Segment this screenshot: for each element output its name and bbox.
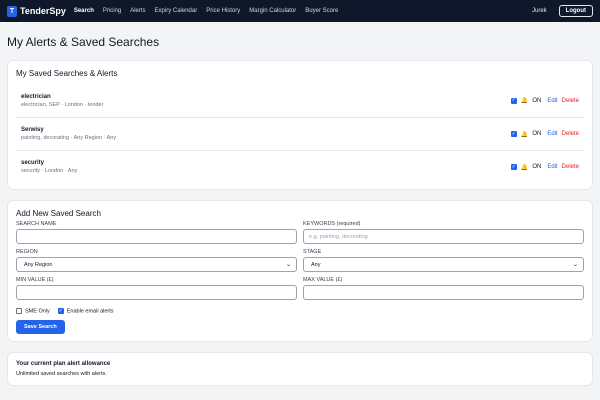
region-label: REGION: [16, 249, 38, 255]
region-selected-value: Any Region: [24, 261, 53, 268]
add-saved-search-card: Add New Saved Search SEARCH NAME KEYWORD…: [7, 200, 593, 343]
plan-allowance-text: Unlimited saved searches with alerts.: [16, 371, 107, 378]
nav-link-search[interactable]: Search: [74, 8, 94, 14]
plan-allowance-title: Your current plan alert allowance: [16, 361, 111, 368]
max-value-input[interactable]: [303, 285, 584, 300]
bell-icon: 🔔: [520, 131, 529, 138]
alert-toggle-checkbox[interactable]: ✓: [510, 164, 517, 170]
brand[interactable]: T TenderSpy: [7, 5, 66, 17]
stage-selected-value: Any: [311, 261, 321, 268]
saved-search-row: security security · London · Any ✓ 🔔 ON …: [16, 150, 584, 183]
saved-searches-heading: My Saved Searches & Alerts: [16, 69, 118, 78]
saved-search-row: Serwisy painting, decorating · Any Regio…: [16, 117, 584, 150]
plan-allowance-card: Your current plan alert allowance Unlimi…: [7, 352, 593, 387]
brand-logo: T: [7, 5, 17, 17]
page-title: My Alerts & Saved Searches: [7, 35, 160, 49]
nav-link-price-history[interactable]: Price History: [206, 8, 240, 14]
max-value-label: MAX VALUE (£): [303, 277, 343, 283]
nav-link-alerts[interactable]: Alerts: [130, 8, 145, 14]
email-alerts-option[interactable]: ✓ Enable email alerts: [57, 308, 114, 315]
nav-link-margin-calculator[interactable]: Margin Calculator: [249, 8, 296, 14]
edit-link[interactable]: Edit: [547, 164, 557, 170]
bell-icon: 🔔: [520, 98, 529, 104]
keywords-input[interactable]: e.g. painting, decorating: [303, 229, 584, 244]
saved-search-desc: painting, decorating · Any Region · Any: [21, 135, 117, 141]
saved-search-name: security: [21, 160, 45, 166]
saved-search-name: electrician: [21, 93, 51, 100]
nav-right: Jurek Logout: [532, 5, 593, 17]
sme-only-label: SME Only: [25, 308, 50, 315]
delete-link[interactable]: Delete: [562, 98, 579, 104]
min-value-label: MIN VALUE (£): [16, 277, 54, 283]
stage-label: STAGE: [303, 249, 322, 255]
page-content: My Alerts & Saved Searches My Saved Sear…: [0, 35, 600, 387]
save-search-button[interactable]: Save Search: [16, 320, 65, 335]
delete-link[interactable]: Delete: [562, 164, 579, 170]
search-name-input[interactable]: [16, 229, 297, 244]
keywords-label: KEYWORDS (required): [303, 221, 361, 227]
brand-name: TenderSpy: [20, 6, 66, 16]
email-alerts-checkbox[interactable]: ✓: [57, 308, 64, 314]
saved-search-row: electrician electrician, SEP · London · …: [16, 84, 584, 117]
top-navbar: T TenderSpy Search Pricing Alerts Expiry…: [0, 0, 600, 22]
username: Jurek: [532, 8, 547, 14]
saved-search-name: Serwisy: [21, 127, 44, 133]
saved-searches-list: electrician electrician, SEP · London · …: [8, 84, 592, 189]
saved-searches-card: My Saved Searches & Alerts electrician e…: [7, 60, 593, 190]
logout-button[interactable]: Logout: [558, 5, 593, 17]
alert-status: ON: [532, 97, 542, 104]
alert-status: ON: [532, 131, 542, 137]
edit-link[interactable]: Edit: [547, 131, 557, 137]
alert-status: ON: [532, 164, 542, 170]
stage-select[interactable]: Any ⌄: [303, 257, 584, 272]
email-alerts-label: Enable email alerts: [66, 308, 114, 315]
chevron-down-icon: ⌄: [572, 262, 578, 268]
edit-link[interactable]: Edit: [547, 98, 557, 104]
search-name-label: SEARCH NAME: [16, 221, 57, 227]
alert-toggle-checkbox[interactable]: ✓: [510, 131, 517, 137]
region-select[interactable]: Any Region ⌄: [16, 257, 297, 272]
chevron-down-icon: ⌄: [285, 262, 291, 268]
sme-only-option[interactable]: SME Only: [16, 308, 50, 314]
saved-search-desc: electrician, SEP · London · tender: [21, 101, 104, 108]
nav-link-expiry-calendar[interactable]: Expiry Calendar: [155, 8, 198, 14]
add-saved-search-heading: Add New Saved Search: [16, 209, 101, 218]
bell-icon: 🔔: [520, 164, 529, 171]
nav-link-buyer-score[interactable]: Buyer Score: [305, 8, 338, 14]
alert-toggle-checkbox[interactable]: ✓: [510, 97, 517, 104]
nav-link-pricing[interactable]: Pricing: [103, 8, 121, 14]
nav-links: Search Pricing Alerts Expiry Calendar Pr…: [74, 8, 338, 14]
delete-link[interactable]: Delete: [562, 131, 579, 137]
sme-only-checkbox[interactable]: [16, 308, 22, 314]
saved-search-desc: security · London · Any: [21, 168, 78, 174]
min-value-input[interactable]: [16, 285, 297, 300]
